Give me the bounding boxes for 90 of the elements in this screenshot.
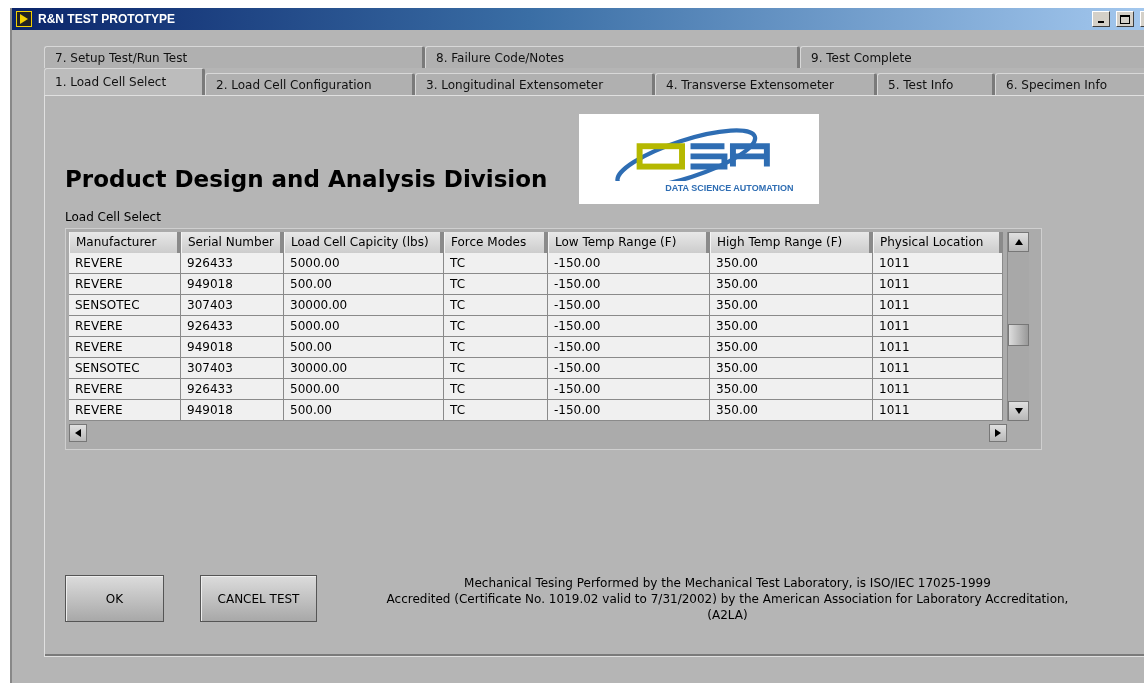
table-cell: TC	[444, 316, 548, 337]
table-cell: TC	[444, 337, 548, 358]
column-header[interactable]: Load Cell Capicity (lbs)	[284, 232, 444, 256]
table-cell: -150.00	[548, 274, 710, 295]
table-cell: REVERE	[69, 274, 181, 295]
table-cell: 1011	[873, 358, 1003, 379]
table-cell: TC	[444, 295, 548, 316]
logo-caption: DATA SCIENCE AUTOMATION	[665, 183, 794, 193]
table-cell: 926433	[181, 379, 284, 400]
table-cell: 926433	[181, 253, 284, 274]
table-cell: -150.00	[548, 253, 710, 274]
table-cell: 1011	[873, 274, 1003, 295]
accreditation-text: Mechanical Tesing Performed by the Mechanical Test Laboratory, is ISO/IEC 17025-1999	[464, 575, 991, 590]
table-cell: 500.00	[284, 337, 444, 358]
table-cell: 1011	[873, 295, 1003, 316]
accreditation-text: (A2LA)	[707, 607, 748, 622]
table-cell: 350.00	[710, 358, 873, 379]
tab[interactable]: 4. Transverse Extensometer	[655, 73, 877, 95]
column-header[interactable]: High Temp Range (F)	[710, 232, 873, 256]
table-cell: 5000.00	[284, 253, 444, 274]
table-cell: -150.00	[548, 337, 710, 358]
table-cell: 1011	[873, 337, 1003, 358]
division-heading: Product Design and Analysis Division	[65, 166, 548, 192]
ok-button[interactable]: OK	[65, 575, 164, 622]
table-cell: 350.00	[710, 253, 873, 274]
tab[interactable]: 3. Longitudinal Extensometer	[415, 73, 655, 95]
table-label: Load Cell Select	[65, 210, 162, 224]
table-cell: 926433	[181, 316, 284, 337]
table-cell: TC	[444, 274, 548, 295]
table-cell: 350.00	[710, 337, 873, 358]
left-arrow-icon	[74, 429, 82, 437]
up-arrow-icon	[1014, 238, 1023, 246]
window-title: R&N TEST PROTOTYPE	[38, 12, 177, 26]
table-cell: -150.00	[548, 379, 710, 400]
tab[interactable]: 2. Load Cell Configuration	[205, 73, 415, 95]
app-icon	[16, 11, 32, 27]
table-cell: 307403	[181, 295, 284, 316]
table-cell: 30000.00	[284, 358, 444, 379]
table-cell: 307403	[181, 358, 284, 379]
table-cell: TC	[444, 400, 548, 421]
down-arrow-icon	[1014, 407, 1023, 415]
maximize-icon[interactable]	[1116, 11, 1134, 27]
table-cell: 1011	[873, 379, 1003, 400]
table-cell: REVERE	[69, 316, 181, 337]
table-cell: 350.00	[710, 274, 873, 295]
cancel-button[interactable]: CANCEL TEST	[200, 575, 317, 622]
column-header[interactable]: Low Temp Range (F)	[548, 232, 710, 256]
table-cell: 350.00	[710, 379, 873, 400]
table-cell: 5000.00	[284, 316, 444, 337]
tab[interactable]: 1. Load Cell Select	[44, 68, 205, 95]
column-header[interactable]: Manufacturer	[69, 232, 181, 256]
table-cell: -150.00	[548, 316, 710, 337]
tab[interactable]: 5. Test Info	[877, 73, 995, 95]
table-cell: 30000.00	[284, 295, 444, 316]
table-cell: REVERE	[69, 400, 181, 421]
minimize-icon[interactable]	[1092, 11, 1110, 27]
table-cell: REVERE	[69, 337, 181, 358]
tab[interactable]: 6. Specimen Info	[995, 73, 1144, 95]
table-cell: -150.00	[548, 400, 710, 421]
table-cell: 350.00	[710, 316, 873, 337]
table-cell: SENSOTEC	[69, 295, 181, 316]
table-cell: -150.00	[548, 295, 710, 316]
column-header[interactable]: Force Modes	[444, 232, 548, 256]
table-cell: SENSOTEC	[69, 358, 181, 379]
scroll-thumb[interactable]	[1008, 324, 1029, 346]
table-cell: 1011	[873, 316, 1003, 337]
column-header[interactable]: Serial Number	[181, 232, 284, 256]
table-cell: 350.00	[710, 400, 873, 421]
table-cell: REVERE	[69, 253, 181, 274]
table-cell: 949018	[181, 400, 284, 421]
accreditation-text: Accredited (Certificate No. 1019.02 valid to 7/31/2002) by the American Association for Laboratory Accreditation,	[386, 591, 1069, 606]
table-cell: 949018	[181, 274, 284, 295]
table-cell: 1011	[873, 400, 1003, 421]
tab[interactable]: 8. Failure Code/Notes	[425, 46, 800, 68]
table-cell: 1011	[873, 253, 1003, 274]
table-cell: 350.00	[710, 295, 873, 316]
table-cell: TC	[444, 379, 548, 400]
table-cell: TC	[444, 358, 548, 379]
table-cell: 5000.00	[284, 379, 444, 400]
table-cell: -150.00	[548, 358, 710, 379]
table-cell: TC	[444, 253, 548, 274]
right-arrow-icon	[994, 429, 1002, 437]
table-cell: 500.00	[284, 274, 444, 295]
table-cell: REVERE	[69, 379, 181, 400]
table-cell: 500.00	[284, 400, 444, 421]
tab[interactable]: 9. Test Complete	[800, 46, 1144, 68]
vertical-scrollbar[interactable]	[1007, 232, 1029, 421]
table-cell: 949018	[181, 337, 284, 358]
column-header[interactable]: Physical Location	[873, 232, 1003, 256]
tab[interactable]: 7. Setup Test/Run Test	[44, 46, 425, 68]
